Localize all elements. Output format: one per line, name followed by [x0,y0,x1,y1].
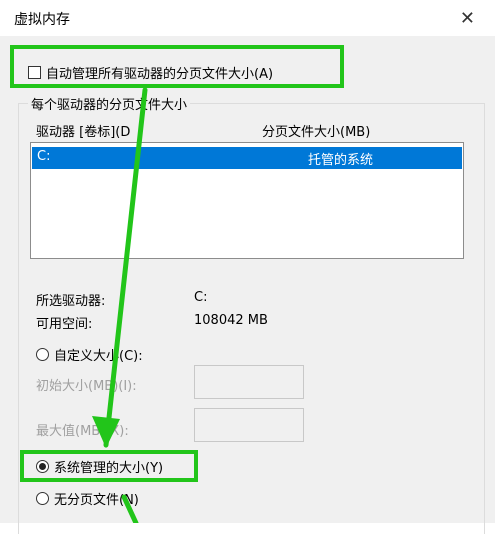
custom-size-option[interactable]: 自定义大小(C): [36,345,143,364]
group-title: 每个驱动器的分页文件大小 [28,94,191,113]
no-paging-radio[interactable] [36,492,49,505]
custom-size-radio[interactable] [36,348,49,361]
auto-manage-checkbox-row[interactable]: 自动管理所有驱动器的分页文件大小(A) [28,63,274,82]
system-managed-label: 系统管理的大小(Y) [54,461,164,476]
window-title: 虚拟内存 [14,12,70,28]
initial-size-label: 初始大小(MB)(I): [36,379,137,394]
max-size-input[interactable] [194,408,304,442]
column-header-size: 分页文件大小(MB) [262,125,371,140]
close-icon[interactable]: ✕ [460,8,475,29]
selected-drive-label: 所选驱动器: [36,294,106,309]
selected-drive-value: C: [194,290,208,305]
custom-size-label: 自定义大小(C): [54,349,143,364]
list-item[interactable]: C: 托管的系统 [32,147,462,169]
column-header-drive: 驱动器 [卷标](D [36,125,131,140]
drive-list[interactable]: C: 托管的系统 [30,142,464,259]
title-bar: 虚拟内存 ✕ [0,0,495,36]
no-paging-option[interactable]: 无分页文件(N) [36,489,139,508]
system-managed-option[interactable]: 系统管理的大小(Y) [36,457,163,476]
auto-manage-label: 自动管理所有驱动器的分页文件大小(A) [46,66,274,82]
free-space-label: 可用空间: [36,317,93,332]
list-item-drive: C: [37,149,51,164]
list-item-size: 托管的系统 [308,153,374,168]
max-size-label: 最大值(MB)(X): [36,424,129,439]
system-managed-radio[interactable] [36,460,49,473]
no-paging-label: 无分页文件(N) [54,493,139,508]
free-space-value: 108042 MB [194,313,268,328]
initial-size-input[interactable] [194,365,304,399]
auto-manage-checkbox[interactable] [28,65,41,79]
